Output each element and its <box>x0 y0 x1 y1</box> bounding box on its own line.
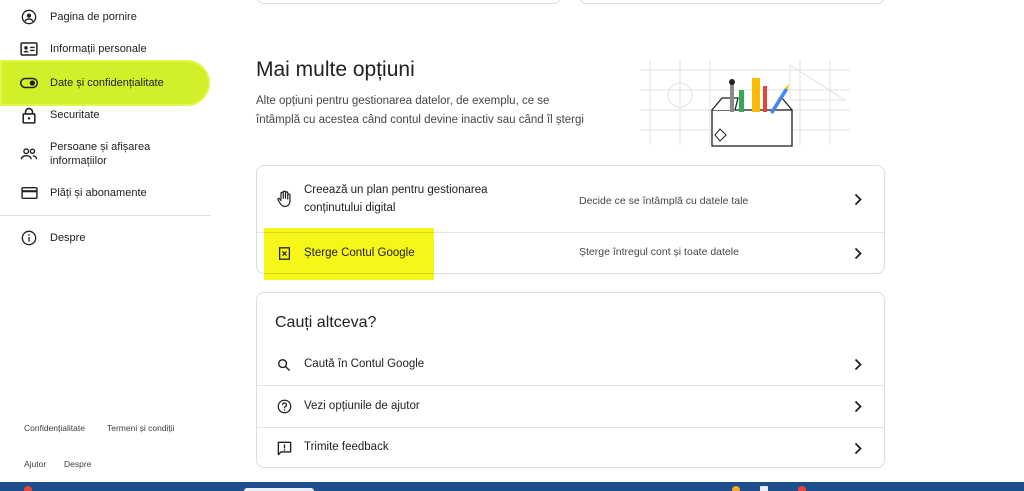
sidebar-divider <box>0 215 211 216</box>
row-label: Creează un plan pentru gestionarea conți… <box>304 181 488 217</box>
row-description: Decide ce se întâmplă cu datele tale <box>579 195 749 207</box>
sidebar-item-about[interactable]: Despre <box>6 229 210 247</box>
toggle-icon <box>20 74 38 92</box>
more-options-card: Creează un plan pentru gestionarea conți… <box>256 165 885 274</box>
row-label-line2: conținutului digital <box>304 202 396 214</box>
section-title-looking-for: Cauți altceva? <box>275 314 377 331</box>
search-account-row[interactable]: Caută în Contul Google <box>257 344 884 385</box>
chevron-right-icon <box>852 191 864 207</box>
hand-icon <box>275 190 293 208</box>
digital-legacy-plan-row[interactable]: Creează un plan pentru gestionarea conți… <box>257 166 884 232</box>
account-circle-icon <box>20 8 38 26</box>
help-options-row[interactable]: Vezi opțiunile de ajutor <box>257 386 884 427</box>
taskbar-app-icon[interactable] <box>798 486 806 491</box>
people-icon <box>20 145 38 163</box>
info-icon <box>20 229 38 247</box>
sidebar-nav: Pagina de pornire Informații personale D… <box>0 0 230 482</box>
section-description: Alte opțiuni pentru gestionarea datelor,… <box>256 95 584 126</box>
row-label-line1: Creează un plan pentru gestionarea <box>304 184 488 196</box>
id-card-icon <box>20 40 38 58</box>
credit-card-icon <box>20 184 38 202</box>
sidebar-item-label-line2: informațiilor <box>50 155 107 167</box>
chevron-right-icon <box>852 440 864 456</box>
taskbar-app-icon[interactable] <box>24 486 32 491</box>
sidebar-item-label: Despre <box>50 232 86 244</box>
privacy-link[interactable]: Confidențialitate <box>24 423 85 433</box>
chevron-right-icon <box>852 356 864 372</box>
help-circle-icon <box>275 398 293 416</box>
row-label: Caută în Contul Google <box>304 358 425 370</box>
sidebar-item-security[interactable]: Securitate <box>6 106 210 124</box>
top-card-left <box>256 0 561 4</box>
row-label: Trimite feedback <box>304 441 389 453</box>
feedback-icon <box>275 439 293 457</box>
sidebar-item-label: Date și confidențialitate <box>50 77 164 89</box>
sidebar-item-data-privacy[interactable]: Date și confidențialitate <box>2 62 208 104</box>
about-link[interactable]: Despre <box>64 459 91 469</box>
sidebar-item-label: Pagina de pornire <box>50 11 137 23</box>
delete-box-icon <box>275 245 293 263</box>
top-card-right <box>579 0 885 4</box>
search-icon <box>275 356 293 374</box>
sidebar-item-payments[interactable]: Plăți și abonamente <box>6 184 210 202</box>
help-link[interactable]: Ajutor <box>24 459 46 469</box>
send-feedback-row[interactable]: Trimite feedback <box>257 428 884 468</box>
sidebar-item-label: Informații personale <box>50 43 147 55</box>
sidebar-item-label: Securitate <box>50 109 100 121</box>
sidebar-item-label: Persoane și afișarea informațiilor <box>50 140 150 168</box>
chevron-right-icon <box>852 245 864 261</box>
sidebar-item-label-line1: Persoane și afișarea <box>50 141 151 153</box>
sidebar-item-home[interactable]: Pagina de pornire <box>6 8 210 26</box>
lock-icon <box>20 106 38 124</box>
terms-link[interactable]: Termeni și condiții <box>107 423 175 433</box>
section-title-more-options: Mai multe opțiuni <box>256 58 415 81</box>
taskbar-app-icon[interactable] <box>732 486 740 491</box>
os-taskbar <box>0 482 1024 491</box>
row-label: Șterge Contul Google <box>304 247 415 259</box>
row-label: Vezi opțiunile de ajutor <box>304 400 420 412</box>
sidebar-item-personal-info[interactable]: Informații personale <box>6 40 210 58</box>
row-description: Șterge întregul cont și toate datele <box>579 246 739 258</box>
chevron-right-icon <box>852 398 864 414</box>
sidebar-item-label: Plăți și abonamente <box>50 187 147 199</box>
looking-for-card: Cauți altceva? Caută în Contul Google Ve… <box>256 292 885 468</box>
sidebar-item-people-sharing[interactable]: Persoane și afișarea informațiilor <box>6 138 210 170</box>
toolbox-illustration <box>640 60 860 150</box>
taskbar-app-icon[interactable] <box>760 486 768 491</box>
